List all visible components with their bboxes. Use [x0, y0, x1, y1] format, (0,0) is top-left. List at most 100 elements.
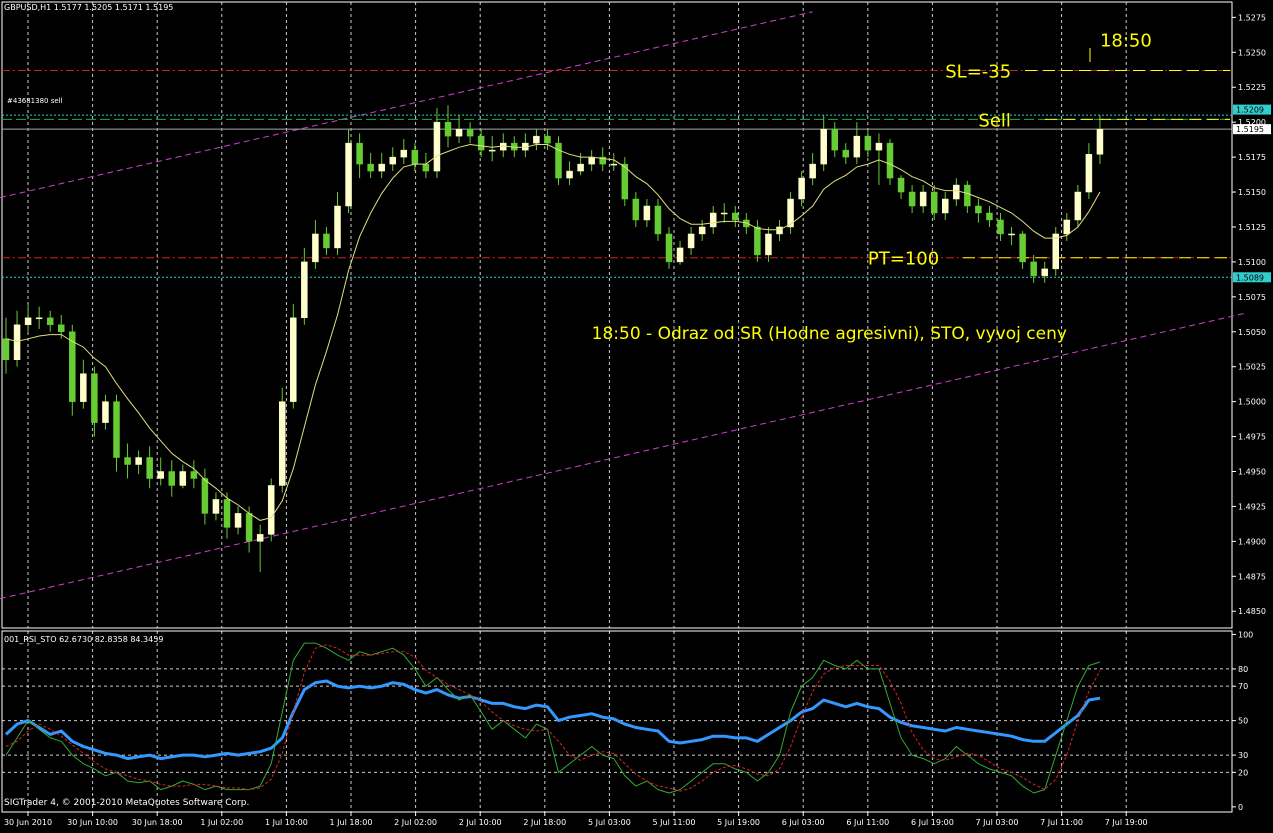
candle-bear — [422, 163, 430, 172]
indicator-tick-label: 30 — [1238, 751, 1248, 760]
candle-bull — [135, 457, 142, 465]
candle-bear — [444, 121, 452, 137]
x-tick-label: 7 Jul 19:00 — [1105, 818, 1148, 827]
candle-bear — [555, 142, 562, 179]
candle-bear — [91, 373, 98, 423]
candle-bear — [1019, 233, 1026, 263]
y-tick-label: 1.5100 — [1238, 258, 1266, 267]
y-tick-label: 1.5250 — [1238, 48, 1266, 57]
indicator-tick-label: 70 — [1238, 682, 1248, 691]
x-tick-label: 5 Jul 11:00 — [653, 818, 696, 827]
candle-bear — [2, 338, 10, 360]
main-panel-frame — [1, 1, 1233, 629]
candle-bear — [168, 471, 175, 486]
candle-bull — [1096, 128, 1104, 155]
candle-bear — [46, 317, 54, 326]
copyright: SIGTrader 4, © 2001-2010 MetaQuotes Soft… — [4, 798, 250, 808]
sto-signal-line — [5, 644, 1101, 792]
chart-stage[interactable]: 30 Jun 2010 30 Jun 10:00 30 Jun 18:00 1 Jul… — [0, 0, 1273, 829]
candle-bear — [897, 177, 905, 193]
candle-bull — [345, 142, 352, 207]
y-tick-label: 1.5075 — [1238, 293, 1266, 302]
candle-bull — [919, 191, 927, 207]
candle-bull — [157, 471, 164, 479]
candle-bear — [842, 149, 850, 158]
candle-bear — [964, 184, 971, 207]
candle-bull — [1008, 233, 1015, 236]
chart-annotation: SL=-35 — [945, 61, 1011, 82]
order-label: #43681380 sell — [7, 97, 63, 105]
candle-bear — [654, 205, 662, 235]
candle-bull — [267, 485, 275, 535]
candle-bear — [997, 219, 1004, 235]
candle-bull — [533, 135, 540, 144]
candle-bull — [776, 226, 783, 235]
candle-bull — [1052, 233, 1059, 270]
candle-bull — [400, 149, 408, 158]
candle-bear — [124, 457, 131, 465]
candle-bull — [24, 317, 32, 326]
y-tick-label: 1.5150 — [1238, 188, 1266, 197]
chart-annotation: Sell — [978, 110, 1011, 131]
candle-bull — [942, 198, 949, 214]
candle-bear — [245, 513, 253, 542]
candle-bull — [1063, 219, 1071, 235]
candle-bear — [886, 142, 894, 179]
indicator-tick-label: 100 — [1238, 630, 1253, 639]
candle-bull — [588, 156, 595, 165]
x-tick-label: 5 Jul 19:00 — [717, 818, 760, 827]
chart-annotation: 18:50 — [1100, 31, 1152, 52]
x-tick-label: 1 Jul 10:00 — [265, 818, 308, 827]
y-tick-label: 1.4975 — [1238, 433, 1266, 442]
chart-svg[interactable]: 30 Jun 2010 30 Jun 10:00 30 Jun 18:00 1 Jul… — [0, 0, 1273, 829]
candle-bull — [212, 499, 220, 514]
candle-bull — [334, 205, 341, 249]
x-tick-label: 2 Jul 02:00 — [394, 818, 437, 827]
channel-line — [0, 11, 813, 199]
candle-bear — [466, 128, 474, 137]
candle-bear — [1030, 261, 1037, 277]
candle-bear — [477, 135, 485, 151]
indicator-tick-label: 80 — [1238, 665, 1248, 674]
y-tick-label: 1.5000 — [1238, 398, 1266, 407]
candle-bull — [610, 163, 617, 166]
candle-bull — [1041, 268, 1048, 277]
candle-bear — [544, 135, 551, 144]
candle-bear — [831, 128, 838, 151]
candle-bear — [58, 324, 65, 333]
candle-bull — [179, 471, 187, 486]
candle-bear — [323, 233, 330, 249]
candle-bear — [356, 142, 363, 165]
x-tick-label: 6 Jul 19:00 — [911, 818, 954, 827]
x-tick-label: 30 Jun 2010 — [4, 818, 52, 827]
candle-bull — [312, 233, 319, 263]
candle-bear — [864, 135, 872, 151]
candle-bear — [908, 191, 916, 207]
candle-bear — [930, 191, 938, 214]
candle-bull — [853, 135, 861, 158]
candle-bull — [577, 163, 584, 172]
candle-bear — [754, 226, 761, 256]
candle-bear — [190, 471, 198, 479]
x-tick-label: 30 Jun 10:00 — [67, 818, 118, 827]
price-badge-label: 1.5089 — [1236, 273, 1264, 282]
candle-bull — [488, 149, 496, 152]
x-tick-label: 2 Jul 10:00 — [459, 818, 502, 827]
candle-bear — [201, 478, 209, 514]
candle-bull — [765, 233, 772, 256]
candle-bull — [301, 261, 308, 319]
candle-bear — [732, 212, 739, 221]
x-tick-label: 7 Jul 11:00 — [1040, 818, 1083, 827]
indicator-tick-label: 20 — [1238, 768, 1248, 777]
chart-annotation: PT=100 — [868, 249, 939, 270]
candle-bear — [146, 457, 153, 479]
candle-bull — [290, 317, 297, 402]
chart-annotation: 18:50 - Odraz od SR (Hodne agresivni), S… — [592, 324, 1067, 344]
y-tick-label: 1.4875 — [1238, 572, 1266, 581]
candle-bull — [279, 401, 286, 486]
candle-bull — [455, 128, 463, 137]
indicator-tick-label: 0 — [1238, 803, 1243, 812]
candle-bull — [820, 128, 827, 165]
symbol-info: GBPUSD,H1 1.5177 1.5205 1.5171 1.5195 — [4, 3, 174, 12]
candle-bull — [676, 247, 684, 263]
